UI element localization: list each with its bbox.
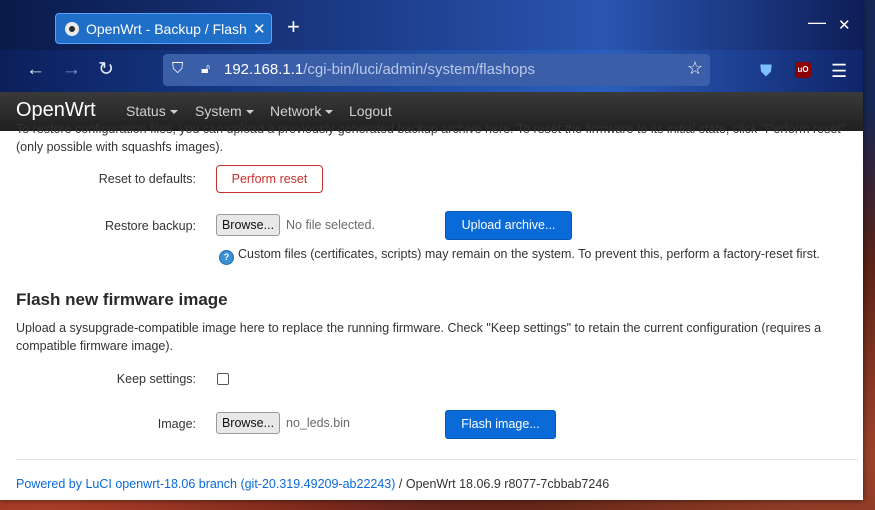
help-icon: ? (219, 250, 234, 265)
menu-status[interactable]: Status (126, 103, 178, 119)
hamburger-menu-icon[interactable]: ☰ (831, 60, 847, 82)
shield-icon[interactable]: ⛉ (172, 60, 183, 77)
restore-label: Restore backup: (104, 219, 196, 233)
lock-icon[interactable]: 🔓︎ (201, 60, 210, 77)
footer-version: OpenWrt 18.06.9 r8077-7cbbab7246 (405, 477, 610, 491)
menu-network[interactable]: Network (270, 103, 334, 119)
help-text: Custom files (certificates, scripts) may… (238, 247, 820, 261)
footer-separator: / (395, 477, 406, 491)
main-content: To restore configuration files, you can … (0, 122, 863, 500)
menu-status-label: Status (126, 103, 166, 119)
image-filename: no_leds.bin (286, 416, 350, 430)
caret-down-icon (169, 110, 178, 115)
browser-window: OpenWrt - Backup / Flash Firmware ✕ + — … (0, 0, 863, 500)
tab-active[interactable]: OpenWrt - Backup / Flash Firmware ✕ (55, 13, 272, 44)
flash-description: Upload a sysupgrade-compatible image her… (16, 321, 822, 353)
menu-logout[interactable]: Logout (349, 103, 392, 119)
footer: Powered by LuCI openwrt-18.06 branch (gi… (16, 477, 609, 491)
caret-down-icon (325, 110, 334, 115)
url-host: 192.168.1.1 (224, 61, 304, 78)
tab-title: OpenWrt - Backup / Flash Firmware (86, 20, 249, 37)
navigation-bar: ← → ↻ ⛉ 🔓︎ 192.168.1.1/cgi-bin/luci/admi… (0, 50, 863, 92)
new-tab-icon[interactable]: + (287, 14, 300, 40)
restore-browse-button[interactable]: Browse... (216, 214, 280, 236)
tab-close-icon[interactable]: ✕ (253, 20, 266, 38)
menu-system[interactable]: System (195, 103, 254, 119)
url-path: /cgi-bin/luci/admin/system/flashops (303, 61, 536, 78)
footer-divider (16, 459, 858, 460)
menu-network-label: Network (270, 103, 322, 119)
keep-settings-label: Keep settings: (116, 372, 196, 386)
forward-arrow-icon[interactable]: → (62, 59, 81, 81)
image-label: Image: (157, 417, 196, 431)
upload-archive-button[interactable]: Upload archive... (445, 211, 572, 240)
flash-section-title: Flash new firmware image (16, 290, 228, 309)
url-bar[interactable]: ⛉ 🔓︎ 192.168.1.1/cgi-bin/luci/admin/syst… (163, 54, 710, 86)
image-browse-button[interactable]: Browse... (216, 412, 280, 434)
restore-description: To restore configuration files, you can … (16, 122, 846, 154)
openwrt-favicon-icon (65, 21, 79, 36)
flash-image-button[interactable]: Flash image... (445, 410, 556, 439)
perform-reset-button[interactable]: Perform reset (216, 165, 323, 193)
tab-strip: OpenWrt - Backup / Flash Firmware ✕ + — … (0, 0, 863, 50)
url-text[interactable]: 192.168.1.1/cgi-bin/luci/admin/system/fl… (224, 61, 535, 78)
restore-filename: No file selected. (286, 218, 375, 232)
reset-label: Reset to defaults: (98, 172, 196, 186)
back-arrow-icon[interactable]: ← (26, 59, 45, 81)
window-close-icon[interactable]: ✕ (838, 16, 851, 34)
ublock-icon[interactable]: uO (795, 62, 811, 78)
menu-system-label: System (195, 103, 242, 119)
reload-icon[interactable]: ↻ (98, 59, 114, 81)
luci-link[interactable]: Powered by LuCI openwrt-18.06 branch (gi… (16, 477, 395, 491)
caret-down-icon (245, 110, 254, 115)
minimize-icon[interactable]: — (808, 12, 826, 33)
bookmark-star-icon[interactable]: ☆ (687, 58, 703, 79)
brand-logo[interactable]: OpenWrt (16, 99, 96, 122)
keep-settings-checkbox[interactable] (217, 373, 229, 385)
pocket-icon[interactable]: ⛊ (760, 61, 772, 83)
